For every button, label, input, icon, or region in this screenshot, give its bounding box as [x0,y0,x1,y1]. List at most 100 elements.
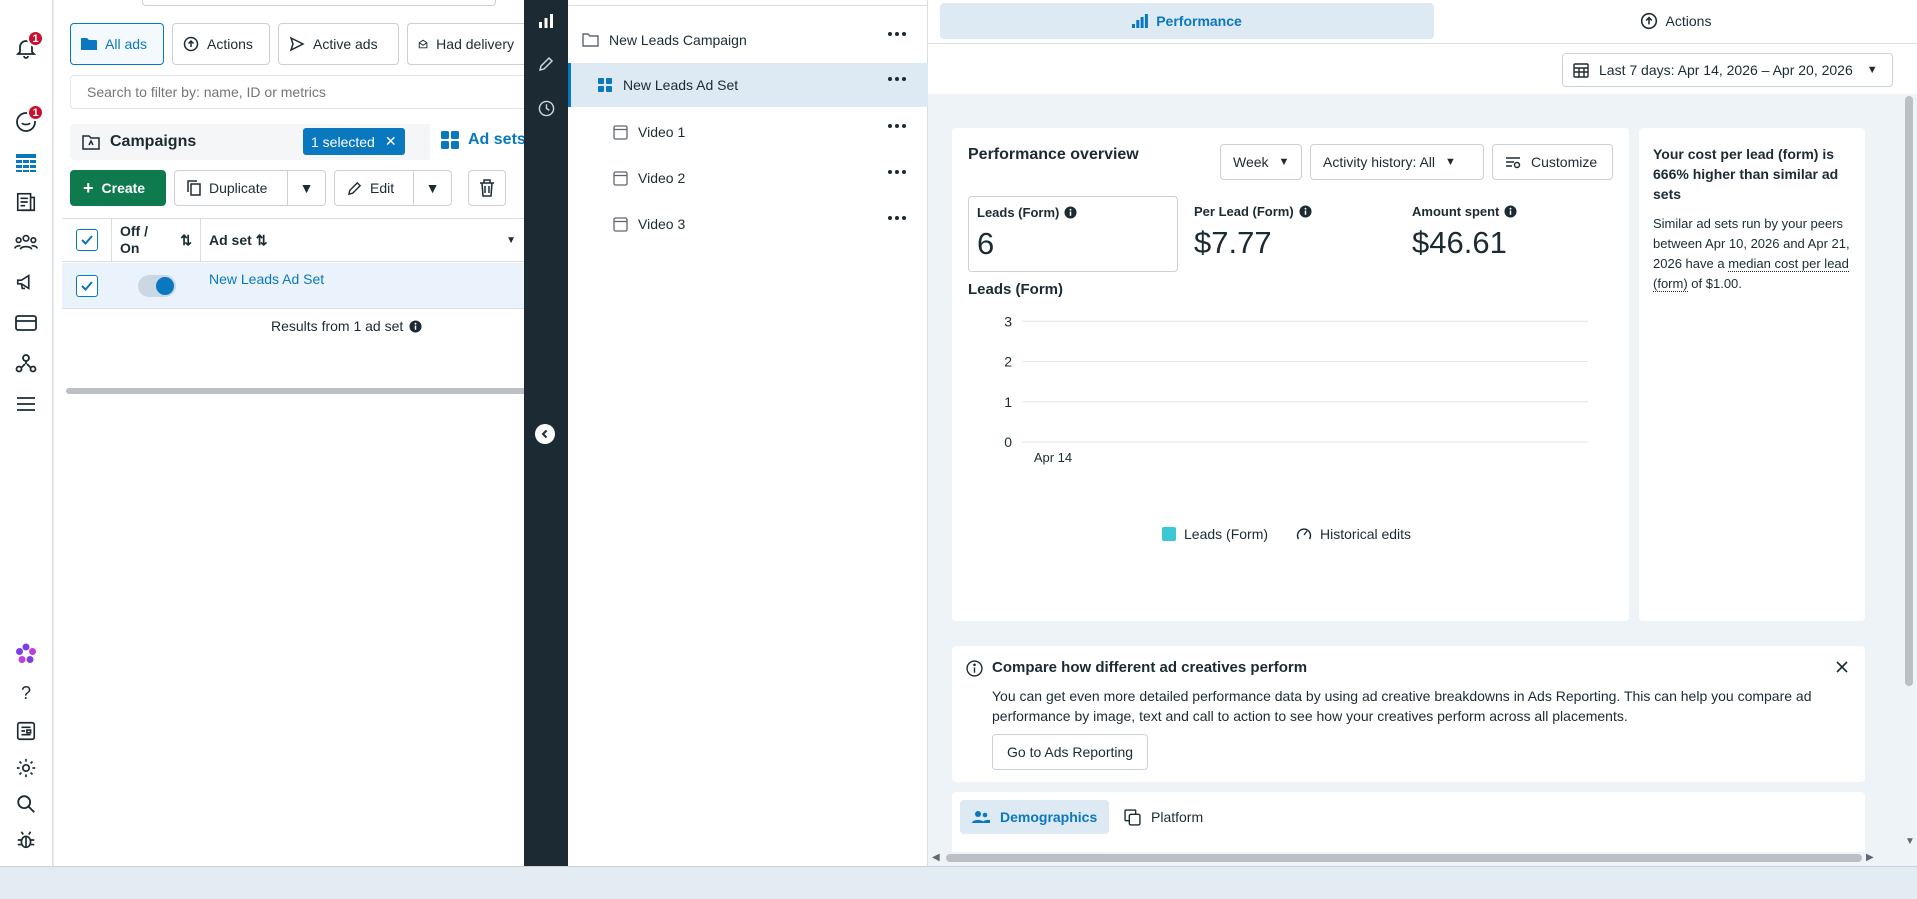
insight-body-text: of $1.00. [1691,276,1742,291]
customize-button[interactable]: Customize [1492,144,1613,180]
y-tick-label: 3 [1004,313,1012,329]
delivery-toggle[interactable] [137,274,176,297]
tab-performance-label: Performance [1156,13,1242,29]
settings-gear-icon[interactable] [12,754,40,782]
edit-button[interactable]: Edit [334,170,414,206]
scroll-right-arrow-icon[interactable]: ▶ [1866,852,1874,863]
edit-dropdown-button[interactable]: ▼ [414,170,452,206]
chip-actions[interactable]: Actions [172,23,270,65]
legend-swatch [1162,527,1176,541]
tree-item-ad-set[interactable]: New Leads Ad Set [568,63,928,107]
search-icon[interactable] [12,790,40,818]
meta-ai-flower-icon[interactable] [12,640,40,668]
bug-report-icon[interactable] [12,826,40,854]
menu-icon[interactable] [12,390,40,418]
tab-actions-label: Actions [1665,13,1712,29]
more-options-icon[interactable] [888,170,906,174]
legend-item-leads[interactable]: Leads (Form) [1162,526,1268,542]
y-tick-label: 1 [1004,394,1012,410]
help-question-icon[interactable]: ? [12,679,40,707]
tree-campaign-label: New Leads Campaign [609,32,747,48]
legend-item-historical-edits[interactable]: Historical edits [1296,526,1411,542]
select-all-checkbox[interactable] [75,229,98,251]
row-checkbox[interactable] [76,274,98,297]
ad-set-name-link[interactable]: New Leads Ad Set [201,271,324,287]
audiences-icon[interactable] [12,228,40,256]
selected-count-label: 1 selected [311,133,375,150]
info-icon[interactable] [1504,205,1517,218]
info-icon[interactable] [1299,205,1312,218]
ad-frame-icon [613,124,628,140]
filter-search-input[interactable] [70,75,530,109]
tree-item-ad[interactable]: Video 2 [568,156,928,200]
info-icon[interactable] [409,319,422,333]
ads-manager-table-icon[interactable] [12,149,40,177]
selected-badge[interactable]: 1 selected ✕ [303,128,405,155]
campaigns-megaphone-icon[interactable] [12,268,40,296]
tree-item-ad[interactable]: Video 1 [568,110,928,154]
info-icon[interactable] [1064,206,1077,219]
news-feed-icon[interactable] [12,717,40,745]
close-icon[interactable] [1835,660,1849,674]
tab-demographics[interactable]: Demographics [960,800,1110,834]
scroll-left-arrow-icon[interactable]: ◀ [932,852,940,863]
column-ad-set[interactable]: Ad set ⇅ ▼ [201,219,524,261]
edit-pencil-icon[interactable] [536,54,556,74]
detail-vertical-scrollbar[interactable] [1905,96,1913,686]
billing-card-icon[interactable] [12,309,40,337]
folder-icon [81,38,97,50]
tree-item-campaign[interactable]: New Leads Campaign [568,18,928,62]
sort-icon[interactable]: ⇅ [256,232,268,249]
more-options-icon[interactable] [888,216,906,220]
tree-item-ad[interactable]: Video 3 [568,202,928,246]
duplicate-label: Duplicate [209,180,268,196]
go-to-ads-reporting-button[interactable]: Go to Ads Reporting [992,734,1149,770]
chip-label: All ads [105,36,148,52]
metric-amount-spent[interactable]: Amount spent $46.61 [1404,196,1612,272]
more-options-icon[interactable] [888,124,906,128]
clear-selection-close-icon[interactable]: ✕ [385,133,397,150]
results-summary: Results from 1 ad set [271,318,422,334]
table-horizontal-scrollbar[interactable] [66,388,526,394]
scroll-down-arrow-icon[interactable]: ▼ [1905,836,1915,847]
duplicate-icon [187,180,201,196]
collapse-panel-chevron-left-icon[interactable] [535,424,555,444]
chart-legend: Leads (Form) Historical edits [1162,526,1411,542]
detail-horizontal-scrollbar[interactable] [946,854,1862,862]
duplicate-dropdown-button[interactable]: ▼ [288,170,326,206]
chip-had-delivery[interactable]: Had delivery [407,23,524,65]
metric-value: 6 [977,226,995,261]
chip-all-ads[interactable]: All ads [70,23,164,65]
more-options-icon[interactable] [888,77,906,81]
performance-chart-icon[interactable] [536,11,556,31]
date-range-picker[interactable]: Last 7 days: Apr 14, 2026 – Apr 20, 2026… [1562,53,1893,87]
tab-platform[interactable]: Platform [1112,800,1215,834]
messages-icon[interactable]: 1 [12,104,44,136]
table-row[interactable]: New Leads Ad Set [62,263,524,309]
more-options-icon[interactable] [888,32,906,36]
folder-outline-icon [582,33,599,47]
week-select[interactable]: Week ▼ [1220,144,1302,180]
notifications-icon[interactable]: 1 [12,30,44,62]
ad-frame-icon [613,216,628,232]
tab-campaigns[interactable]: Campaigns [70,124,470,160]
row-toggle-cell [112,274,201,297]
chip-active-ads[interactable]: Active ads [278,23,399,65]
top-search-field[interactable] [142,0,496,6]
delete-button[interactable] [468,170,506,206]
gauge-icon [1296,528,1312,540]
tab-actions[interactable]: Actions [1434,3,1917,39]
metric-per-lead[interactable]: Per Lead (Form) $7.77 [1186,196,1394,272]
history-clock-icon[interactable] [536,98,556,118]
column-off-on[interactable]: Off / On ⇅ [112,219,201,261]
metric-leads[interactable]: Leads (Form) 6 [968,196,1178,272]
business-network-icon[interactable] [12,349,40,377]
tab-performance[interactable]: Performance [940,3,1434,39]
sort-icon[interactable]: ⇅ [180,232,192,249]
reports-icon[interactable] [12,188,40,216]
activity-history-select[interactable]: Activity history: All ▼ [1310,144,1484,180]
window-bottom-band [0,866,1917,899]
caret-down-icon[interactable]: ▼ [506,235,516,246]
duplicate-button[interactable]: Duplicate [174,170,288,206]
create-button[interactable]: + Create [70,170,166,206]
